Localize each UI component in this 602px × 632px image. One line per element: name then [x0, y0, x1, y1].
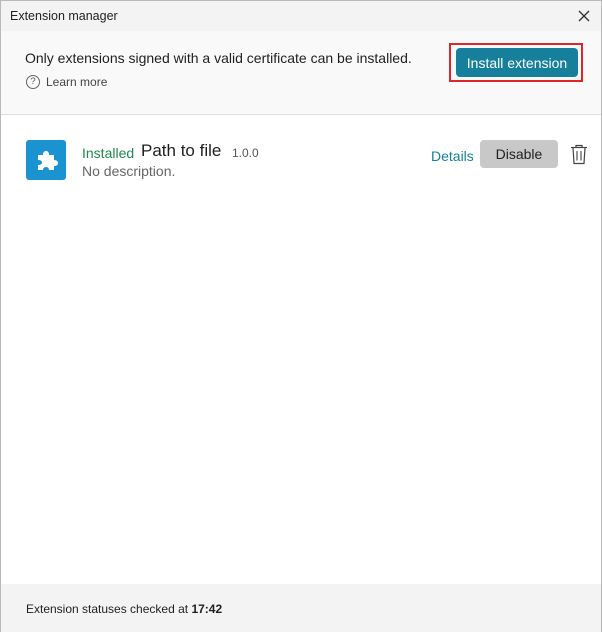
help-icon: ?: [26, 75, 40, 89]
installed-status: Installed: [82, 145, 135, 161]
status-footer: Extension statuses checked at 17:42: [1, 584, 601, 632]
extension-name: Path to file: [141, 141, 222, 160]
trash-icon: [571, 144, 587, 165]
learn-more-label: Learn more: [46, 75, 108, 89]
status-time: 17:42: [191, 602, 223, 616]
extension-list-item: Installed Path to file 1.0.0 No descript…: [1, 126, 601, 190]
puzzle-icon: [26, 140, 66, 180]
extension-description: No description.: [82, 163, 176, 179]
info-header: Only extensions signed with a valid cert…: [1, 31, 601, 115]
extension-manager-window: Extension manager Only extensions signed…: [0, 0, 602, 632]
close-icon: [578, 10, 590, 22]
learn-more-link[interactable]: ? Learn more: [26, 75, 107, 89]
status-prefix: Extension statuses checked at: [26, 602, 189, 616]
disable-button[interactable]: Disable: [480, 140, 558, 168]
title-bar: Extension manager: [1, 1, 601, 31]
delete-extension-button[interactable]: [569, 143, 589, 165]
extension-version: 1.0.0: [232, 146, 259, 160]
status-text: Extension statuses checked at 17:42: [26, 602, 222, 616]
close-button[interactable]: [573, 5, 595, 27]
details-link[interactable]: Details: [431, 148, 474, 164]
certificate-message: Only extensions signed with a valid cert…: [25, 50, 412, 66]
install-extension-button[interactable]: Install extension: [456, 48, 578, 77]
window-title: Extension manager: [10, 9, 118, 23]
